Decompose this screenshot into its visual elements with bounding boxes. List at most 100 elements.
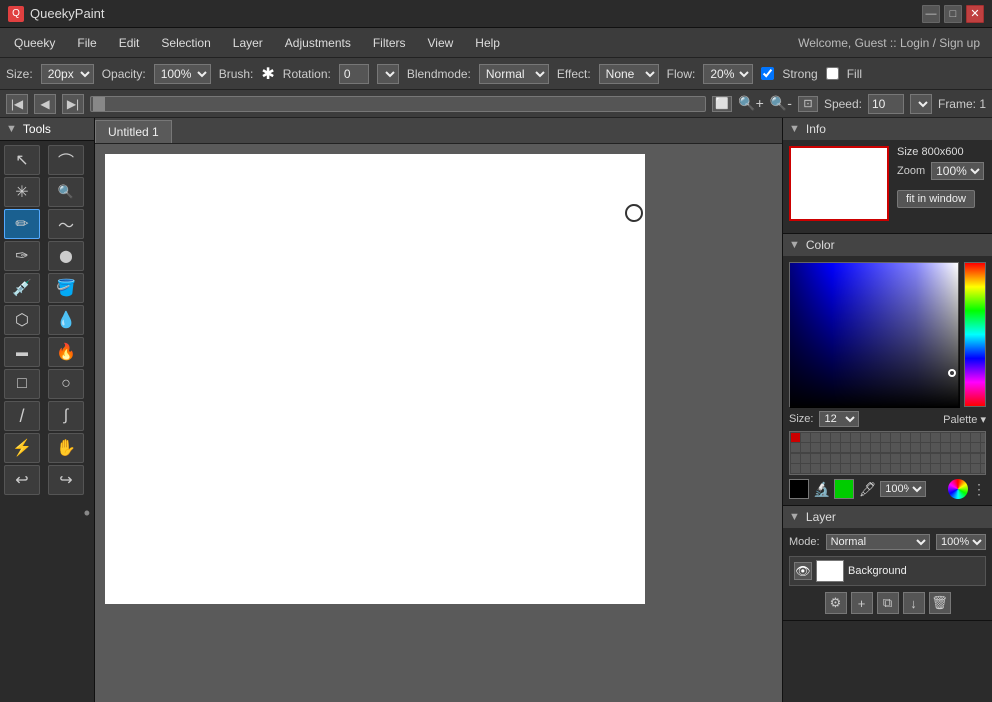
palette-cell-9[interactable] bbox=[881, 433, 890, 442]
palette-cell-40[interactable] bbox=[791, 454, 800, 463]
layer-mode-select[interactable]: Normal Multiply Screen bbox=[826, 534, 930, 550]
palette-cell-34[interactable] bbox=[931, 443, 940, 452]
palette-cell-68[interactable] bbox=[871, 464, 880, 473]
palette-cell-50[interactable] bbox=[891, 454, 900, 463]
palette-cell-43[interactable] bbox=[821, 454, 830, 463]
toolbox-more[interactable]: • bbox=[0, 499, 94, 528]
palette-cell-39[interactable] bbox=[981, 443, 986, 452]
palette-cell-1[interactable] bbox=[801, 433, 810, 442]
blendmode-select[interactable]: Normal bbox=[479, 64, 549, 84]
palette-cell-42[interactable] bbox=[811, 454, 820, 463]
info-header[interactable]: ▼ Info bbox=[783, 118, 992, 140]
palette-cell-33[interactable] bbox=[921, 443, 930, 452]
layer-delete-button[interactable]: 🗑 bbox=[929, 592, 951, 614]
palette-cell-79[interactable] bbox=[981, 464, 986, 473]
layer-opacity-select[interactable]: 100% bbox=[936, 534, 986, 550]
canvas-surface[interactable] bbox=[105, 154, 645, 604]
palette-cell-7[interactable] bbox=[861, 433, 870, 442]
palette-cell-32[interactable] bbox=[911, 443, 920, 452]
timeline-bar[interactable] bbox=[90, 96, 706, 112]
next-frame[interactable]: ▶| bbox=[62, 94, 84, 114]
timeline-thumb[interactable] bbox=[93, 97, 105, 111]
palette-cell-5[interactable] bbox=[841, 433, 850, 442]
zoom-icon[interactable]: ⊡ bbox=[798, 96, 818, 112]
palette-cell-74[interactable] bbox=[931, 464, 940, 473]
foreground-color[interactable] bbox=[789, 479, 809, 499]
palette-grid[interactable] bbox=[789, 431, 986, 475]
palette-cell-20[interactable] bbox=[791, 443, 800, 452]
color-collapse-icon[interactable]: ▼ bbox=[789, 239, 800, 251]
menu-item-file[interactable]: File bbox=[67, 32, 106, 54]
menu-item-filters[interactable]: Filters bbox=[363, 32, 416, 54]
palette-cell-4[interactable] bbox=[831, 433, 840, 442]
palette-cell-26[interactable] bbox=[851, 443, 860, 452]
palette-cell-35[interactable] bbox=[941, 443, 950, 452]
color-size-select[interactable]: 12 8 10 14 bbox=[819, 411, 859, 427]
palette-cell-28[interactable] bbox=[871, 443, 880, 452]
layer-merge-button[interactable]: ↓ bbox=[903, 592, 925, 614]
palette-cell-24[interactable] bbox=[831, 443, 840, 452]
palette-cell-54[interactable] bbox=[931, 454, 940, 463]
rotation-unit[interactable]: ° bbox=[377, 64, 399, 84]
palette-cell-60[interactable] bbox=[791, 464, 800, 473]
layer-visibility-button[interactable]: 👁 bbox=[794, 562, 812, 580]
palette-cell-38[interactable] bbox=[971, 443, 980, 452]
palette-cell-57[interactable] bbox=[961, 454, 970, 463]
color-picker-area[interactable] bbox=[789, 262, 986, 407]
palette-cell-46[interactable] bbox=[851, 454, 860, 463]
palette-cell-63[interactable] bbox=[821, 464, 830, 473]
eyedropper-icon[interactable]: 🔬 bbox=[813, 481, 830, 498]
pencil-tool[interactable]: ✑ bbox=[4, 241, 40, 271]
undo-tool[interactable]: ↩ bbox=[4, 465, 40, 495]
line-tool[interactable]: / bbox=[4, 401, 40, 431]
menu-item-help[interactable]: Help bbox=[465, 32, 510, 54]
palette-cell-48[interactable] bbox=[871, 454, 880, 463]
palette-cell-15[interactable] bbox=[941, 433, 950, 442]
palette-cell-8[interactable] bbox=[871, 433, 880, 442]
layer-add-button[interactable]: + bbox=[851, 592, 873, 614]
palette-cell-13[interactable] bbox=[921, 433, 930, 442]
fill-checkbox[interactable] bbox=[826, 67, 839, 80]
palette-cell-49[interactable] bbox=[881, 454, 890, 463]
palette-cell-58[interactable] bbox=[971, 454, 980, 463]
palette-cell-56[interactable] bbox=[951, 454, 960, 463]
zigzag-tool[interactable]: ⚡ bbox=[4, 433, 40, 463]
palette-cell-72[interactable] bbox=[911, 464, 920, 473]
prev-frame[interactable]: ◀ bbox=[34, 94, 56, 114]
select-tool[interactable]: ↖ bbox=[4, 145, 40, 175]
layer-header[interactable]: ▼ Layer bbox=[783, 506, 992, 528]
palette-cell-64[interactable] bbox=[831, 464, 840, 473]
strong-checkbox[interactable] bbox=[761, 67, 774, 80]
palette-cell-77[interactable] bbox=[961, 464, 970, 473]
palette-cell-62[interactable] bbox=[811, 464, 820, 473]
palette-cell-51[interactable] bbox=[901, 454, 910, 463]
effect-select[interactable]: None bbox=[599, 64, 659, 84]
palette-cell-23[interactable] bbox=[821, 443, 830, 452]
palette-cell-17[interactable] bbox=[961, 433, 970, 442]
palette-cell-61[interactable] bbox=[801, 464, 810, 473]
palette-cell-65[interactable] bbox=[841, 464, 850, 473]
color-gradient[interactable] bbox=[789, 262, 959, 407]
palette-cell-41[interactable] bbox=[801, 454, 810, 463]
lasso-tool[interactable]: ⌒ bbox=[48, 145, 84, 175]
paint-bucket-tool[interactable]: ⬤ bbox=[48, 241, 84, 271]
palette-cell-10[interactable] bbox=[891, 433, 900, 442]
color-opacity-select[interactable]: 100% bbox=[880, 481, 926, 497]
palette-cell-47[interactable] bbox=[861, 454, 870, 463]
palette-cell-25[interactable] bbox=[841, 443, 850, 452]
canvas-wrapper[interactable] bbox=[95, 144, 782, 702]
palette-cell-75[interactable] bbox=[941, 464, 950, 473]
brush-tool[interactable]: ✏ bbox=[4, 209, 40, 239]
palette-cell-53[interactable] bbox=[921, 454, 930, 463]
speed-unit[interactable]: ▾ bbox=[910, 94, 932, 114]
canvas-tab[interactable]: Untitled 1 bbox=[95, 120, 172, 143]
eraser-tool[interactable]: ▬ bbox=[4, 337, 40, 367]
layer-item[interactable]: 👁 Background bbox=[789, 556, 986, 586]
info-collapse-icon[interactable]: ▼ bbox=[789, 123, 800, 135]
palette-cell-59[interactable] bbox=[981, 454, 986, 463]
palette-cell-2[interactable] bbox=[811, 433, 820, 442]
magic-select-tool[interactable]: ✳ bbox=[4, 177, 40, 207]
polygon-tool[interactable]: ⬡ bbox=[4, 305, 40, 335]
palette-cell-0[interactable] bbox=[791, 433, 800, 442]
palette-cell-11[interactable] bbox=[901, 433, 910, 442]
